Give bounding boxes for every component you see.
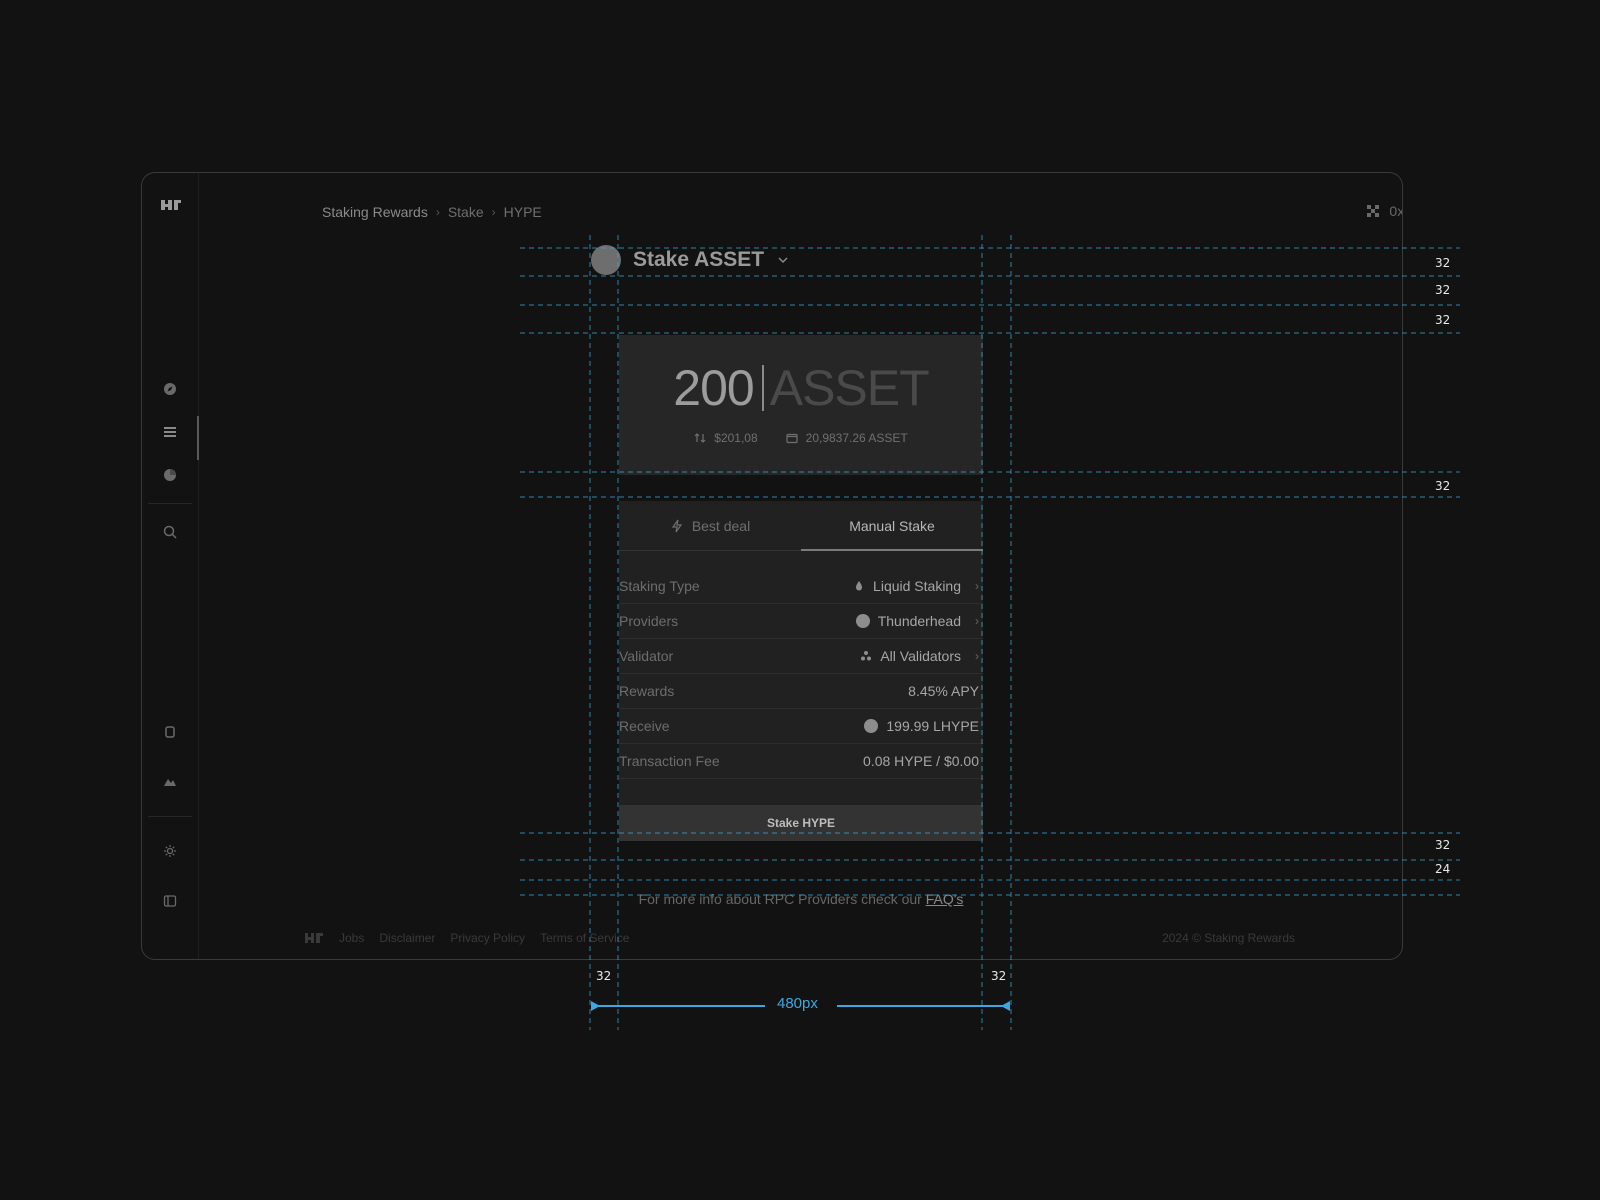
- breadcrumb-item[interactable]: Stake: [448, 204, 484, 220]
- validators-icon: [861, 651, 872, 661]
- details-list: Staking Type Liquid Staking › Providers …: [619, 569, 983, 779]
- detail-row-providers[interactable]: Providers Thunderhead ›: [619, 604, 983, 639]
- tab-label: Manual Stake: [849, 517, 935, 534]
- swap-icon: [694, 433, 706, 443]
- tab-bar: Best deal Manual Stake: [619, 501, 983, 551]
- chevron-right-icon: ›: [975, 649, 979, 663]
- logo-icon[interactable]: [160, 198, 182, 212]
- chevron-right-icon: ›: [975, 614, 979, 628]
- detail-value-text: Liquid Staking: [873, 578, 961, 594]
- balance[interactable]: 20,9837.26 ASSET: [786, 431, 908, 445]
- detail-label: Providers: [619, 613, 679, 629]
- spacing-label: 32: [1435, 283, 1451, 297]
- breadcrumb-item: HYPE: [503, 204, 542, 220]
- detail-value-text: 8.45% APY: [908, 683, 979, 699]
- stake-button[interactable]: Stake HYPE: [619, 805, 983, 841]
- breadcrumb-item[interactable]: Staking Rewards: [322, 204, 428, 220]
- info-text-body: For more info about RPC Providers check …: [638, 891, 922, 907]
- footer-logo-icon[interactable]: [304, 932, 324, 944]
- footer: Jobs Disclaimer Privacy Policy Terms of …: [304, 931, 629, 945]
- amount-input[interactable]: 200 ASSET: [619, 359, 983, 417]
- sidebar-divider: [148, 816, 192, 817]
- search-icon[interactable]: [161, 523, 179, 541]
- detail-value-text: 0.08 HYPE / $0.00: [863, 753, 979, 769]
- detail-value: 8.45% APY: [908, 683, 983, 699]
- asset-selector[interactable]: Stake ASSET: [591, 245, 790, 275]
- breadcrumb-separator-icon: ›: [435, 205, 440, 219]
- wallet-icon: [1367, 205, 1380, 217]
- page-title: Stake ASSET: [633, 248, 765, 271]
- width-label: 480px: [777, 995, 818, 1012]
- breadcrumb-separator-icon: ›: [491, 205, 496, 219]
- detail-label: Rewards: [619, 683, 675, 699]
- sidebar-divider: [148, 503, 192, 504]
- footer-link-terms[interactable]: Terms of Service: [540, 931, 629, 945]
- stake-list-icon[interactable]: [161, 423, 179, 441]
- detail-value: 199.99 LHYPE: [864, 718, 983, 734]
- sun-icon[interactable]: [161, 842, 179, 860]
- spacing-label: 32: [1435, 838, 1451, 852]
- text-caret: [761, 365, 764, 411]
- detail-value: All Validators ›: [860, 648, 983, 664]
- copyright: 2024 © Staking Rewards: [1162, 931, 1295, 945]
- spacing-label: 32: [596, 969, 612, 983]
- token-avatar: [864, 719, 879, 733]
- sidebar: [142, 173, 199, 959]
- detail-row-rewards: Rewards 8.45% APY: [619, 674, 983, 709]
- tab-label: Best deal: [691, 517, 751, 534]
- drop-icon: [856, 581, 863, 591]
- spacing-label: 32: [1435, 256, 1451, 270]
- spacing-label: 32: [1435, 479, 1451, 493]
- tab-manual-stake[interactable]: Manual Stake: [801, 501, 983, 551]
- app-window: Staking Rewards › Stake › HYPE 0xd Stake…: [141, 172, 1403, 960]
- wallet-button[interactable]: 0xd: [1367, 203, 1402, 219]
- lock-icon[interactable]: [161, 722, 179, 740]
- breadcrumb: Staking Rewards › Stake › HYPE: [322, 204, 542, 220]
- sidebar-toggle-icon[interactable]: [161, 892, 179, 910]
- detail-value: Thunderhead ›: [855, 613, 983, 629]
- footer-link-disclaimer[interactable]: Disclaimer: [379, 931, 435, 945]
- amount-value: 200: [673, 360, 754, 416]
- detail-label: Staking Type: [619, 578, 700, 594]
- spacing-label: 32: [991, 969, 1007, 983]
- active-indicator: [197, 416, 199, 460]
- asset-avatar: [591, 245, 621, 275]
- spacing-label: 32: [1435, 313, 1451, 327]
- provider-avatar: [855, 614, 870, 628]
- footer-link-privacy[interactable]: Privacy Policy: [450, 931, 525, 945]
- pie-chart-icon[interactable]: [161, 466, 179, 484]
- detail-row-receive: Receive 199.99 LHYPE: [619, 709, 983, 744]
- balance-value: 20,9837.26 ASSET: [805, 431, 908, 445]
- detail-row-staking-type[interactable]: Staking Type Liquid Staking ›: [619, 569, 983, 604]
- tab-best-deal[interactable]: Best deal: [619, 501, 801, 550]
- amount-unit: ASSET: [769, 360, 930, 416]
- footer-link-jobs[interactable]: Jobs: [339, 931, 364, 945]
- spacing-label: 24: [1435, 862, 1451, 876]
- chevron-down-icon: [778, 257, 788, 264]
- faq-link[interactable]: FAQ's: [926, 891, 964, 907]
- usd-value: $201,08: [714, 431, 758, 445]
- wallet-balance-icon: [786, 433, 798, 444]
- stake-options-card: Best deal Manual Stake Staking Type Liqu…: [619, 501, 983, 841]
- detail-value-text: Thunderhead: [877, 613, 961, 629]
- lightning-icon: [671, 519, 682, 532]
- detail-label: Transaction Fee: [619, 753, 720, 769]
- detail-label: Receive: [619, 718, 670, 734]
- info-text: For more info about RPC Providers check …: [591, 891, 1011, 907]
- chevron-right-icon: ›: [975, 579, 979, 593]
- usd-toggle[interactable]: $201,08: [694, 431, 758, 445]
- detail-row-transaction-fee: Transaction Fee 0.08 HYPE / $0.00: [619, 744, 983, 779]
- amount-input-box[interactable]: 200 ASSET $201,08 20,9837.26 ASSET: [619, 335, 983, 475]
- amount-meta: $201,08 20,9837.26 ASSET: [619, 431, 983, 445]
- compass-icon[interactable]: [161, 380, 179, 398]
- wallet-address: 0xd: [1389, 203, 1402, 219]
- detail-label: Validator: [619, 648, 674, 664]
- detail-row-validator[interactable]: Validator All Validators ›: [619, 639, 983, 674]
- detail-value-text: 199.99 LHYPE: [886, 718, 979, 734]
- detail-value: 0.08 HYPE / $0.00: [863, 753, 983, 769]
- mountain-icon[interactable]: [161, 772, 179, 790]
- detail-value: Liquid Staking ›: [853, 578, 983, 594]
- detail-value-text: All Validators: [880, 648, 961, 664]
